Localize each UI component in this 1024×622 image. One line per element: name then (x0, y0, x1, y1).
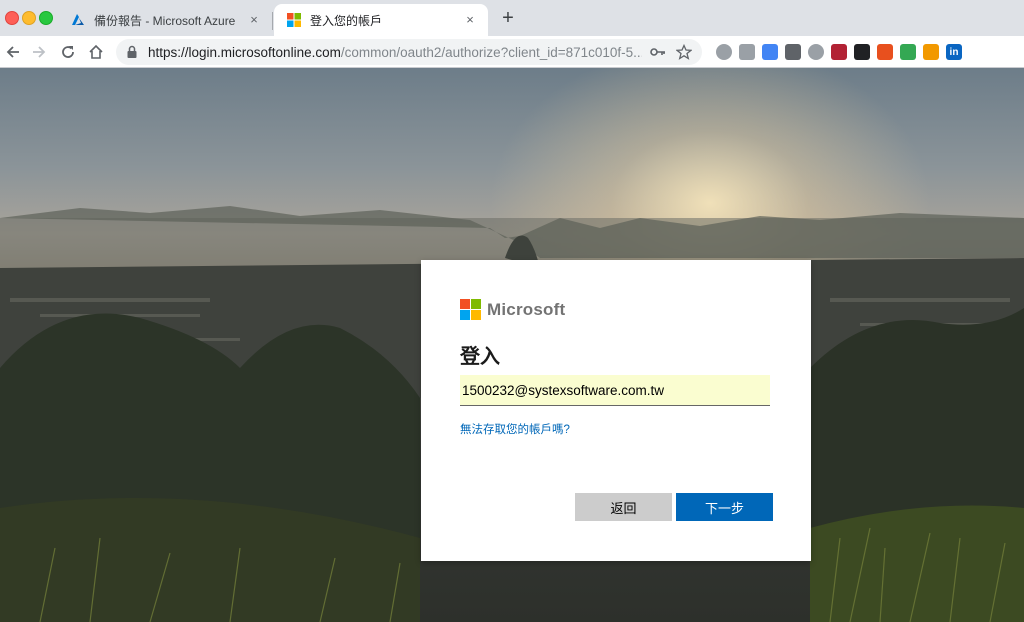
keep-icon[interactable] (785, 44, 801, 60)
google-translate-icon[interactable] (762, 44, 778, 60)
media-icon[interactable] (854, 44, 870, 60)
email-field[interactable] (460, 375, 770, 406)
tab-title: 備份報告 - Microsoft Azure (94, 13, 236, 28)
tab-strip: 備份報告 - Microsoft Azure × 登入您的帳戶 × + (0, 0, 1024, 36)
microsoft-icon (286, 12, 302, 28)
close-window-button[interactable] (5, 11, 19, 25)
new-tab-button[interactable]: + (498, 8, 518, 28)
tab-sign-in[interactable]: 登入您的帳戶 × (274, 4, 488, 36)
microsoft-logo: Microsoft (460, 299, 565, 320)
sync-icon[interactable] (877, 44, 893, 60)
back-arrow-icon[interactable] (2, 41, 24, 63)
cant-access-account-link[interactable]: 無法存取您的帳戶嗎? (460, 421, 570, 437)
reload-icon[interactable] (57, 41, 79, 63)
minimize-window-button[interactable] (22, 11, 36, 25)
url-path: /common/oauth2/authorize?client_id=871c0… (340, 44, 642, 60)
tab-close-icon[interactable]: × (246, 12, 262, 28)
azure-icon (70, 12, 86, 28)
page-title: 登入 (460, 346, 500, 368)
browser-toolbar: https://login.microsoftonline.com/common… (0, 36, 1024, 68)
microsoft-logo-icon (460, 299, 481, 320)
sign-in-page: Microsoft 登入 無法存取您的帳戶嗎? 返回 下一步 (0, 68, 1024, 622)
sign-in-card: Microsoft 登入 無法存取您的帳戶嗎? 返回 下一步 (421, 260, 811, 561)
google-drive-icon[interactable] (739, 44, 755, 60)
target-icon[interactable] (808, 44, 824, 60)
tab-title: 登入您的帳戶 (310, 13, 383, 28)
next-button[interactable]: 下一步 (676, 493, 773, 521)
home-icon[interactable] (85, 41, 107, 63)
url-host: https://login.microsoftonline.com (148, 44, 341, 60)
logo-square (471, 299, 481, 309)
forward-arrow-icon[interactable] (28, 41, 50, 63)
play-icon[interactable] (923, 44, 939, 60)
lock-icon (126, 45, 140, 59)
address-bar[interactable]: https://login.microsoftonline.com/common… (116, 39, 702, 65)
chat-icon[interactable] (900, 44, 916, 60)
url-text: https://login.microsoftonline.com/common… (148, 45, 642, 60)
back-button[interactable]: 返回 (575, 493, 672, 521)
extension-circle-icon[interactable] (716, 44, 732, 60)
tab-azure-backup-report[interactable]: 備份報告 - Microsoft Azure × (58, 4, 272, 36)
tab-close-icon[interactable]: × (462, 12, 478, 28)
key-icon[interactable] (648, 42, 668, 62)
microsoft-wordmark: Microsoft (487, 299, 566, 319)
logo-square (471, 310, 481, 320)
maximize-window-button[interactable] (39, 11, 53, 25)
logo-square (460, 299, 470, 309)
linkedin-icon[interactable]: in (946, 44, 962, 60)
us-flag-icon[interactable] (831, 44, 847, 60)
logo-square (460, 310, 470, 320)
bookmark-star-icon[interactable] (674, 42, 694, 62)
tab-separator (272, 12, 273, 30)
